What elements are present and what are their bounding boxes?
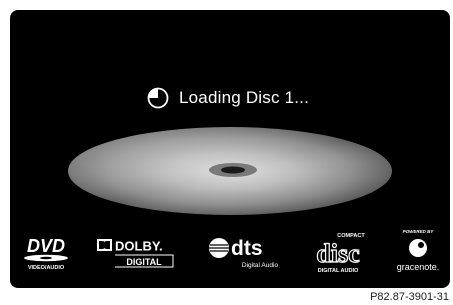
compact-disc-logo: COMPACT disc DIGITAL AUDIO xyxy=(316,233,366,274)
svg-text:dts: dts xyxy=(231,237,263,260)
svg-text:DIGITAL AUDIO: DIGITAL AUDIO xyxy=(318,268,359,274)
svg-text:disc: disc xyxy=(316,239,359,268)
dvd-logo: DVD VIDEO/AUDIO xyxy=(24,236,68,271)
svg-text:DVD: DVD xyxy=(27,236,65,256)
figure-frame: Loading Disc 1... DVD VIDEO/AUDIO DOLBY.… xyxy=(0,0,453,305)
svg-text:gracenote.: gracenote. xyxy=(397,262,440,272)
svg-text:POWERED BY: POWERED BY xyxy=(403,229,435,234)
svg-text:DOLBY.: DOLBY. xyxy=(115,239,163,254)
gracenote-logo: POWERED BY gracenote. xyxy=(397,229,440,272)
dolby-logo: DOLBY. DIGITAL xyxy=(97,239,174,268)
format-logos: DVD VIDEO/AUDIO DOLBY. DIGITAL dts Digit… xyxy=(10,224,450,282)
svg-text:DIGITAL: DIGITAL xyxy=(126,257,162,267)
svg-text:VIDEO/AUDIO: VIDEO/AUDIO xyxy=(28,265,65,271)
display-screen: Loading Disc 1... DVD VIDEO/AUDIO DOLBY.… xyxy=(10,10,450,288)
loading-text: Loading Disc 1... xyxy=(179,88,310,107)
dts-logo: dts Digital Audio xyxy=(209,237,279,269)
loading-spinner-icon xyxy=(147,87,169,109)
figure-code: P82.87-3901-31 xyxy=(370,291,449,303)
svg-text:Digital Audio: Digital Audio xyxy=(242,262,279,269)
compact-disc-icon xyxy=(68,127,392,215)
loading-status: Loading Disc 1... xyxy=(147,84,309,112)
